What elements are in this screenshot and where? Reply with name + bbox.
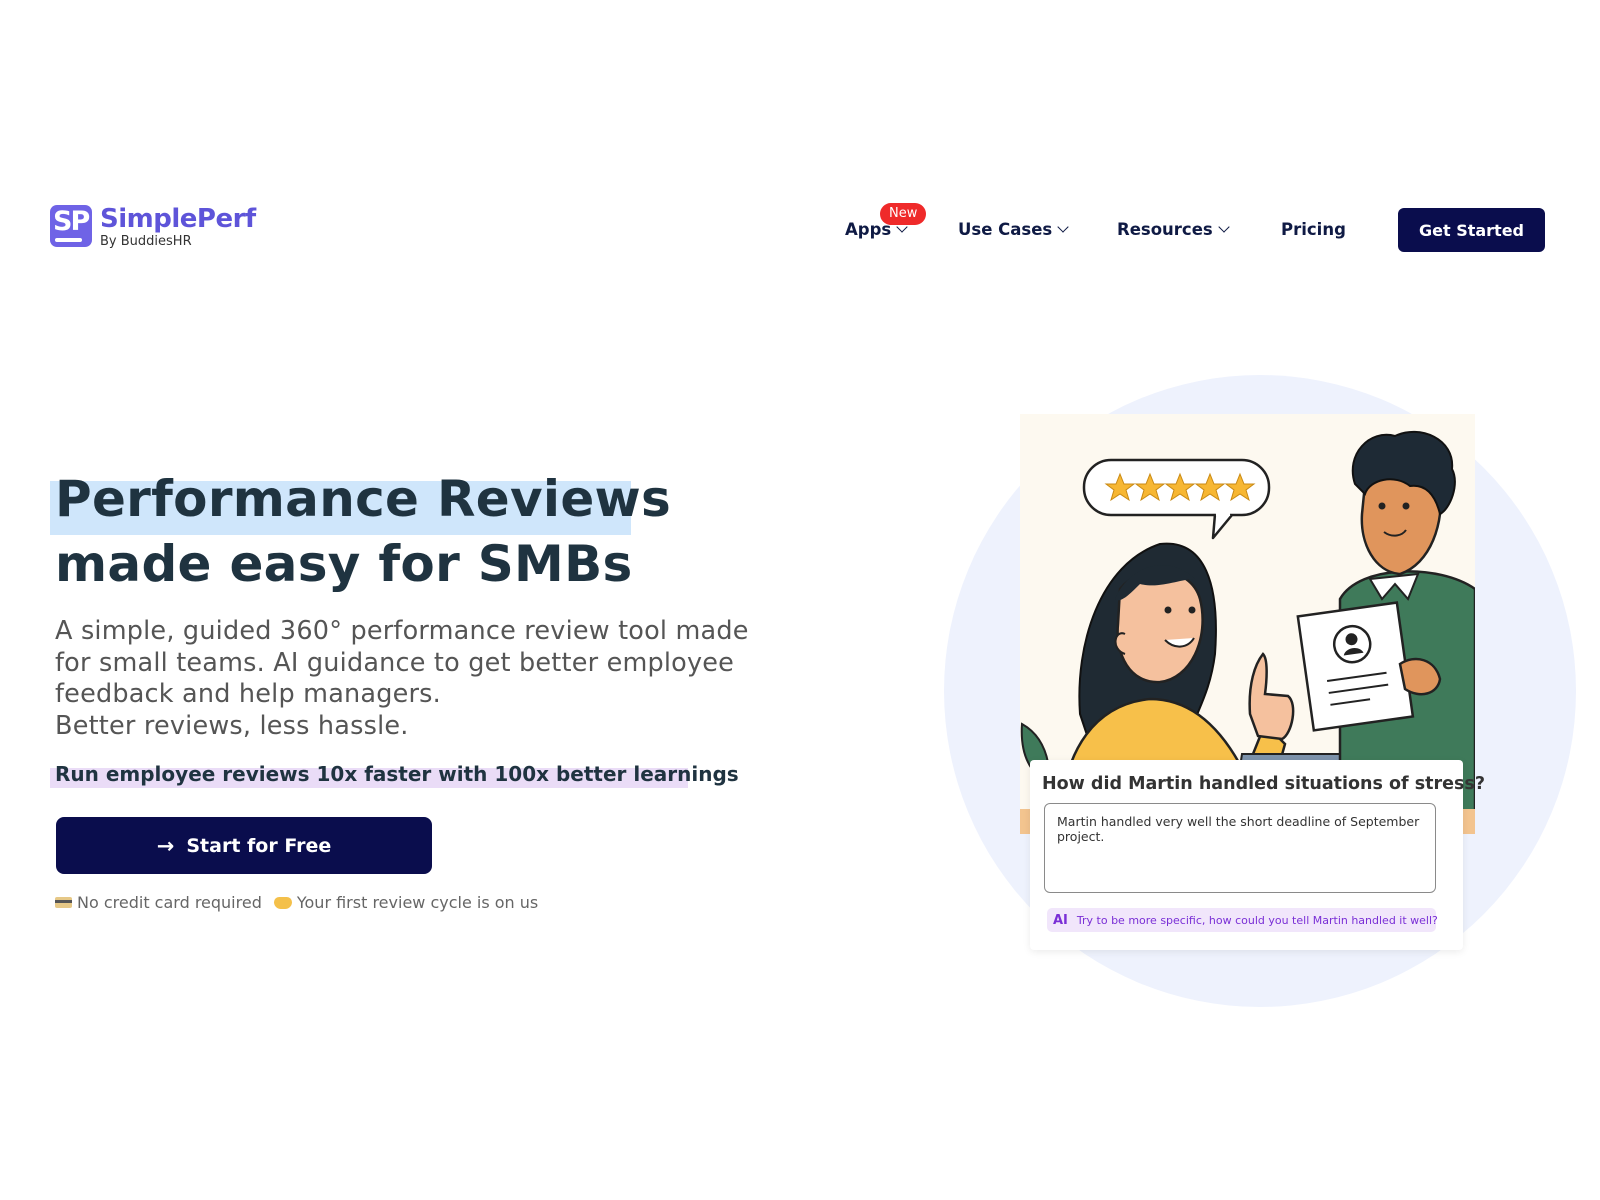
review-question: How did Martin handled situations of str… [1042,774,1485,794]
chevron-down-icon [1057,221,1069,233]
nav-pricing[interactable]: Pricing [1281,220,1346,239]
credit-card-icon [55,897,72,908]
hero-headline-line2: made easy for SMBs [55,535,633,593]
hero-subtitle-line: feedback and help managers. [55,679,441,710]
review-question-card: How did Martin handled situations of str… [1030,760,1485,950]
brand-byline: By BuddiesHR [100,234,192,249]
new-badge: New [880,203,927,225]
handshake-icon [273,896,292,909]
nav-resources-label: Resources [1117,220,1213,239]
rating-speech-bubble [1082,458,1271,540]
hero-subtitle-line: A simple, guided 360° performance review… [55,616,749,646]
hero-tagline: Run employee reviews 10x faster with 100… [55,762,739,786]
start-for-free-label: Start for Free [186,834,332,857]
no-credit-card-note: No credit card required [77,893,262,912]
hero-subtitle: A simple, guided 360° performance review… [55,616,775,742]
start-for-free-button[interactable]: → Start for Free [56,817,432,874]
hero-subtitle-line: Better reviews, less hassle. [55,710,409,741]
get-started-button[interactable]: Get Started [1398,208,1545,252]
chevron-down-icon [1218,221,1230,233]
nav-resources[interactable]: Resources [1117,220,1230,239]
logo-icon: SP [50,205,92,247]
ai-label: AI [1053,912,1068,928]
nav-pricing-label: Pricing [1281,220,1346,239]
hero-notes: No credit card required Your first revie… [55,893,538,912]
nav-use-cases[interactable]: Use Cases [958,220,1069,239]
ai-suggestion: AI Try to be more specific, how could yo… [1047,908,1438,932]
brand-logo[interactable]: SP SimplePerf By BuddiesHR [50,205,256,249]
ai-hint-text: Try to be more specific, how could you t… [1076,913,1438,927]
nav-use-cases-label: Use Cases [958,220,1053,239]
logo-letters: SP [53,206,90,237]
arrow-right-icon: → [156,833,175,858]
review-answer-field: Martin handled very well the short deadl… [1044,803,1436,893]
hero-headline-line1: Performance Reviews [55,470,672,528]
hero-subtitle-line: for small teams. AI guidance to get bett… [55,647,735,678]
brand-name: SimplePerf [100,204,256,234]
first-cycle-note: Your first review cycle is on us [296,893,539,912]
